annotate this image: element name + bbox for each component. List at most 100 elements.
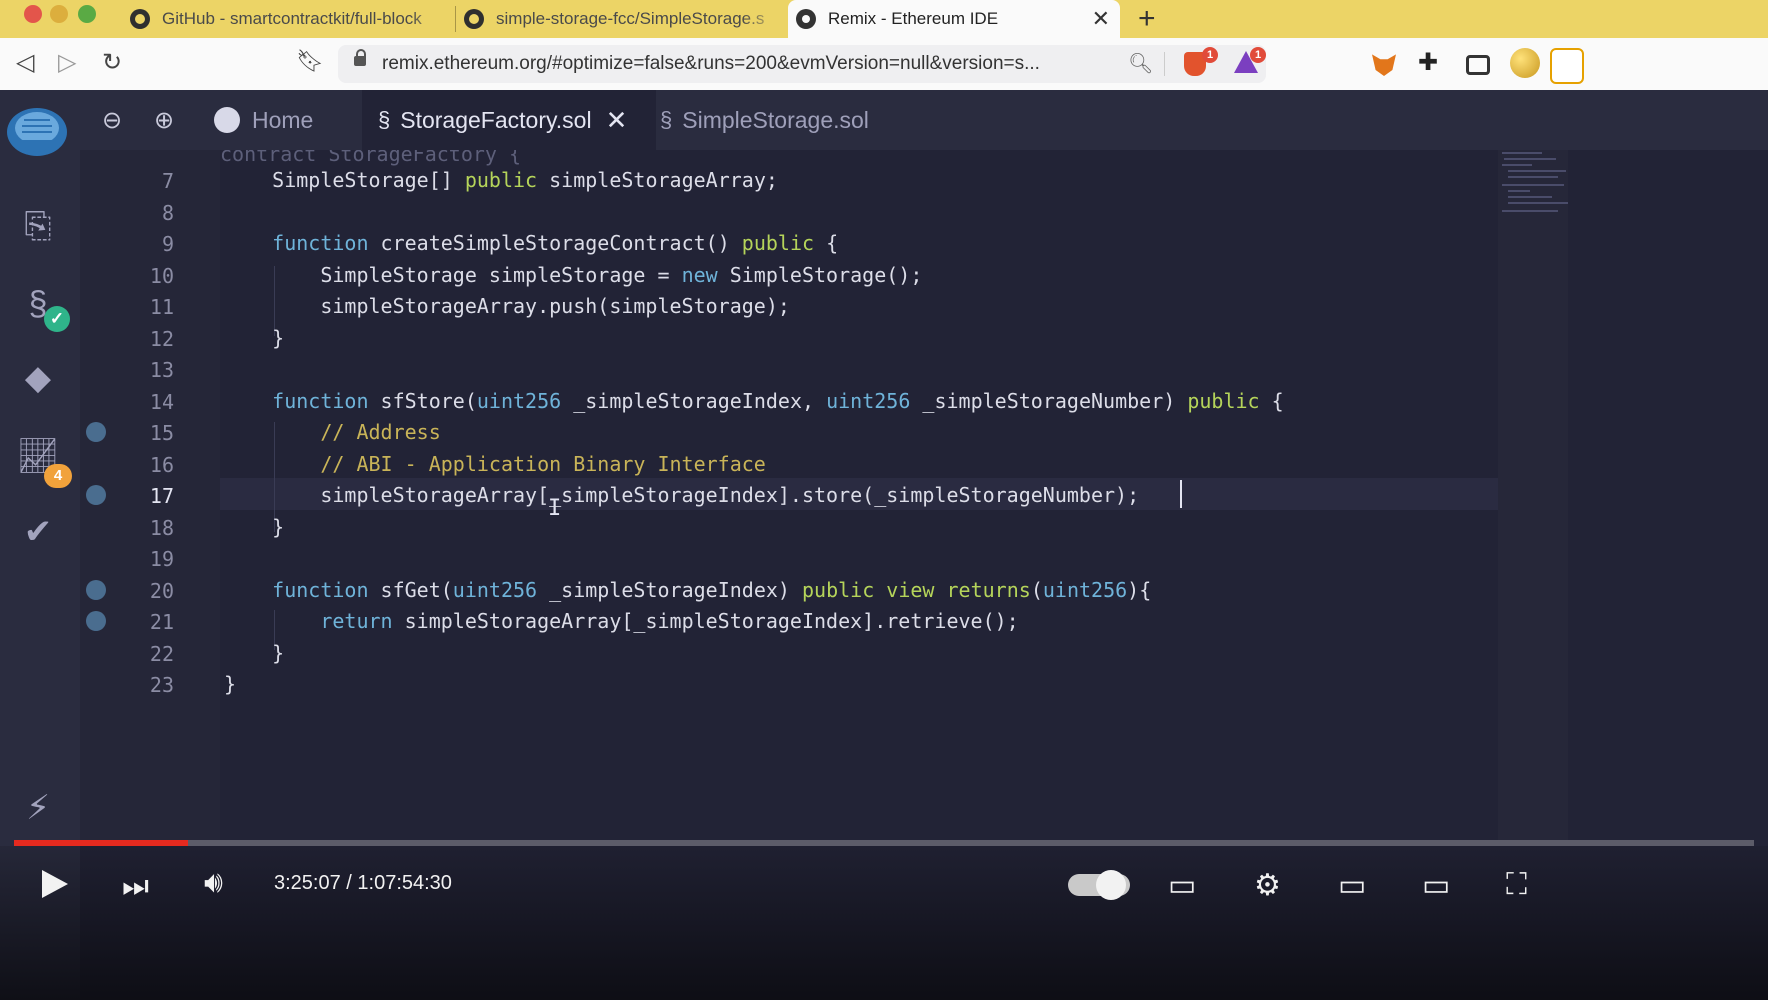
gutter-row[interactable]: 14 — [80, 385, 220, 417]
autoplay-toggle[interactable] — [1068, 870, 1130, 900]
line-number: 16 — [149, 452, 174, 477]
gutter-row[interactable]: 17 — [80, 479, 220, 511]
back-icon[interactable]: ◁ — [16, 48, 34, 77]
breakpoint-marker[interactable] — [86, 485, 106, 505]
window-minimize-button[interactable] — [50, 5, 68, 23]
unit-test-icon[interactable]: ✔ — [16, 510, 60, 554]
browser-tab-title: GitHub - smartcontractkit/full-block — [162, 9, 422, 28]
code-line: } — [224, 640, 285, 665]
line-number: 19 — [149, 547, 174, 571]
solidity-file-icon: § — [378, 107, 391, 132]
window-close-button[interactable] — [24, 5, 42, 23]
breakpoint-marker[interactable] — [86, 579, 106, 600]
breakpoint-marker[interactable] — [86, 422, 106, 442]
tab-label: SimpleStorage.sol — [682, 106, 869, 133]
volume-icon[interactable]: 🔊︎ — [204, 866, 223, 900]
gutter-row[interactable]: 21 — [80, 605, 220, 637]
wallet-icon[interactable] — [1466, 55, 1490, 75]
gutter-row[interactable]: 16 — [80, 448, 220, 480]
url-text: remix.ethereum.org/#optimize=false&runs=… — [382, 53, 1040, 74]
code-line: SimpleStorage[] public simpleStorageArra… — [224, 168, 778, 192]
browser-tab-simple-storage[interactable]: simple-storage-fcc/SimpleStorage.s — [464, 0, 782, 38]
tab-close-icon[interactable]: ✕ — [606, 105, 628, 136]
tab-close-icon[interactable]: ✕ — [1092, 6, 1110, 32]
code-minimap[interactable] — [1498, 150, 1568, 840]
brave-shields-badge: 1 — [1202, 47, 1218, 63]
gutter-row[interactable]: 19 — [80, 542, 220, 574]
gutter-row[interactable]: 15 — [80, 416, 220, 448]
tab-simplestorage[interactable]: § SimpleStorage.sol — [640, 90, 920, 150]
metamask-icon[interactable] — [1372, 54, 1396, 76]
line-number: 21 — [149, 610, 174, 634]
code-line: } — [224, 672, 237, 696]
zoom-in-icon[interactable]: ⊕ — [154, 106, 174, 135]
video-progress-bar[interactable] — [14, 840, 1754, 846]
gutter-row[interactable]: 11 — [80, 290, 220, 322]
breakpoint-marker[interactable] — [86, 611, 106, 631]
window-zoom-button[interactable] — [78, 5, 96, 23]
line-number: 22 — [149, 641, 174, 666]
play-icon[interactable] — [42, 870, 68, 898]
subtitles-icon[interactable]: ▭ — [1168, 868, 1196, 903]
line-number: 14 — [149, 389, 174, 414]
lock-icon — [354, 49, 366, 66]
gutter-row[interactable]: 23 — [80, 668, 220, 700]
browser-tab-github-full-block[interactable]: GitHub - smartcontractkit/full-block — [130, 0, 450, 38]
next-video-icon[interactable]: ⏭︎ — [122, 870, 149, 904]
file-explorer-icon[interactable]: ⎘ — [16, 204, 60, 248]
forward-icon[interactable]: ▷ — [58, 48, 76, 77]
code-editor[interactable]: contract StorageFactory { I SimpleStorag… — [220, 150, 1498, 840]
address-bar[interactable]: remix.ethereum.org/#optimize=false&runs=… — [338, 45, 1266, 83]
profile-avatar[interactable] — [1510, 48, 1540, 78]
fullscreen-icon[interactable]: ⛶ — [1506, 868, 1527, 902]
gutter-row[interactable]: 8 — [80, 196, 220, 228]
browser-tab-title: simple-storage-fcc/SimpleStorage.s — [496, 9, 765, 28]
line-number: 20 — [149, 578, 174, 603]
code-line: // Address — [320, 420, 441, 444]
line-number: 8 — [161, 200, 174, 225]
video-timecode: 3:25:07 / 1:07:54:30 — [274, 872, 452, 894]
gutter-row[interactable]: 18 — [80, 511, 220, 543]
remix-logo-icon[interactable] — [4, 104, 70, 164]
new-tab-button[interactable]: + — [1138, 2, 1156, 36]
github-icon — [464, 9, 484, 29]
settings-icon[interactable]: ⚙︎ — [1254, 868, 1281, 903]
browser-tab-strip: GitHub - smartcontractkit/full-block sim… — [0, 0, 1768, 38]
miniplayer-icon[interactable]: ▭ — [1338, 868, 1366, 903]
theater-mode-icon[interactable]: ▭ — [1422, 868, 1450, 903]
text-cursor — [1180, 480, 1182, 508]
gutter-row[interactable]: 22 — [80, 637, 220, 669]
browser-toolbar: ◁ ▷ ↻ 🔖︎ remix.ethereum.org/#optimize=fa… — [0, 38, 1768, 91]
gutter-row[interactable]: 7 — [80, 164, 220, 196]
gutter-row[interactable]: 12 — [80, 322, 220, 354]
code-line: function sfStore(uint256 _simpleStorageI… — [272, 388, 1284, 413]
zoom-icon[interactable]: 🔍︎ — [1128, 51, 1153, 76]
line-number: 15 — [149, 421, 174, 445]
solidity-file-icon: § — [660, 107, 673, 132]
line-number: 10 — [149, 263, 174, 288]
gutter-row[interactable]: 9 — [80, 227, 220, 259]
video-controls — [0, 846, 1768, 1000]
tab-storagefactory[interactable]: § StorageFactory.sol ✕ — [362, 90, 656, 150]
profile-button[interactable] — [1550, 48, 1584, 84]
code-line: } — [224, 325, 285, 350]
deploy-run-icon[interactable]: ◆ — [16, 356, 60, 400]
compile-success-icon: ✓ — [44, 306, 70, 332]
bookmark-icon[interactable]: 🔖︎ — [296, 48, 324, 74]
line-number: 18 — [149, 515, 174, 540]
code-line: return simpleStorageArray[_simpleStorage… — [320, 609, 1019, 633]
browser-tab-remix[interactable]: Remix - Ethereum IDE ✕ — [788, 0, 1120, 38]
extensions-icon[interactable]: ✚ — [1418, 48, 1442, 76]
gutter-row[interactable]: 20 — [80, 574, 220, 606]
code-line: simpleStorageArray[_simpleStorageIndex].… — [224, 483, 1140, 507]
gutter-row[interactable]: 13 — [80, 353, 220, 385]
gutter-row[interactable]: 10 — [80, 259, 220, 291]
tab-label: StorageFactory.sol — [400, 106, 592, 133]
plugin-manager-icon[interactable]: ⚡︎ — [16, 786, 60, 830]
reload-icon[interactable]: ↻ — [102, 48, 122, 77]
analysis-badge: 4 — [44, 464, 72, 488]
brave-rewards-badge: 1 — [1250, 47, 1266, 63]
browser-tab-title: Remix - Ethereum IDE — [828, 9, 999, 28]
code-line: function createSimpleStorageContract() p… — [272, 231, 839, 255]
zoom-out-icon[interactable]: ⊖ — [102, 106, 122, 135]
